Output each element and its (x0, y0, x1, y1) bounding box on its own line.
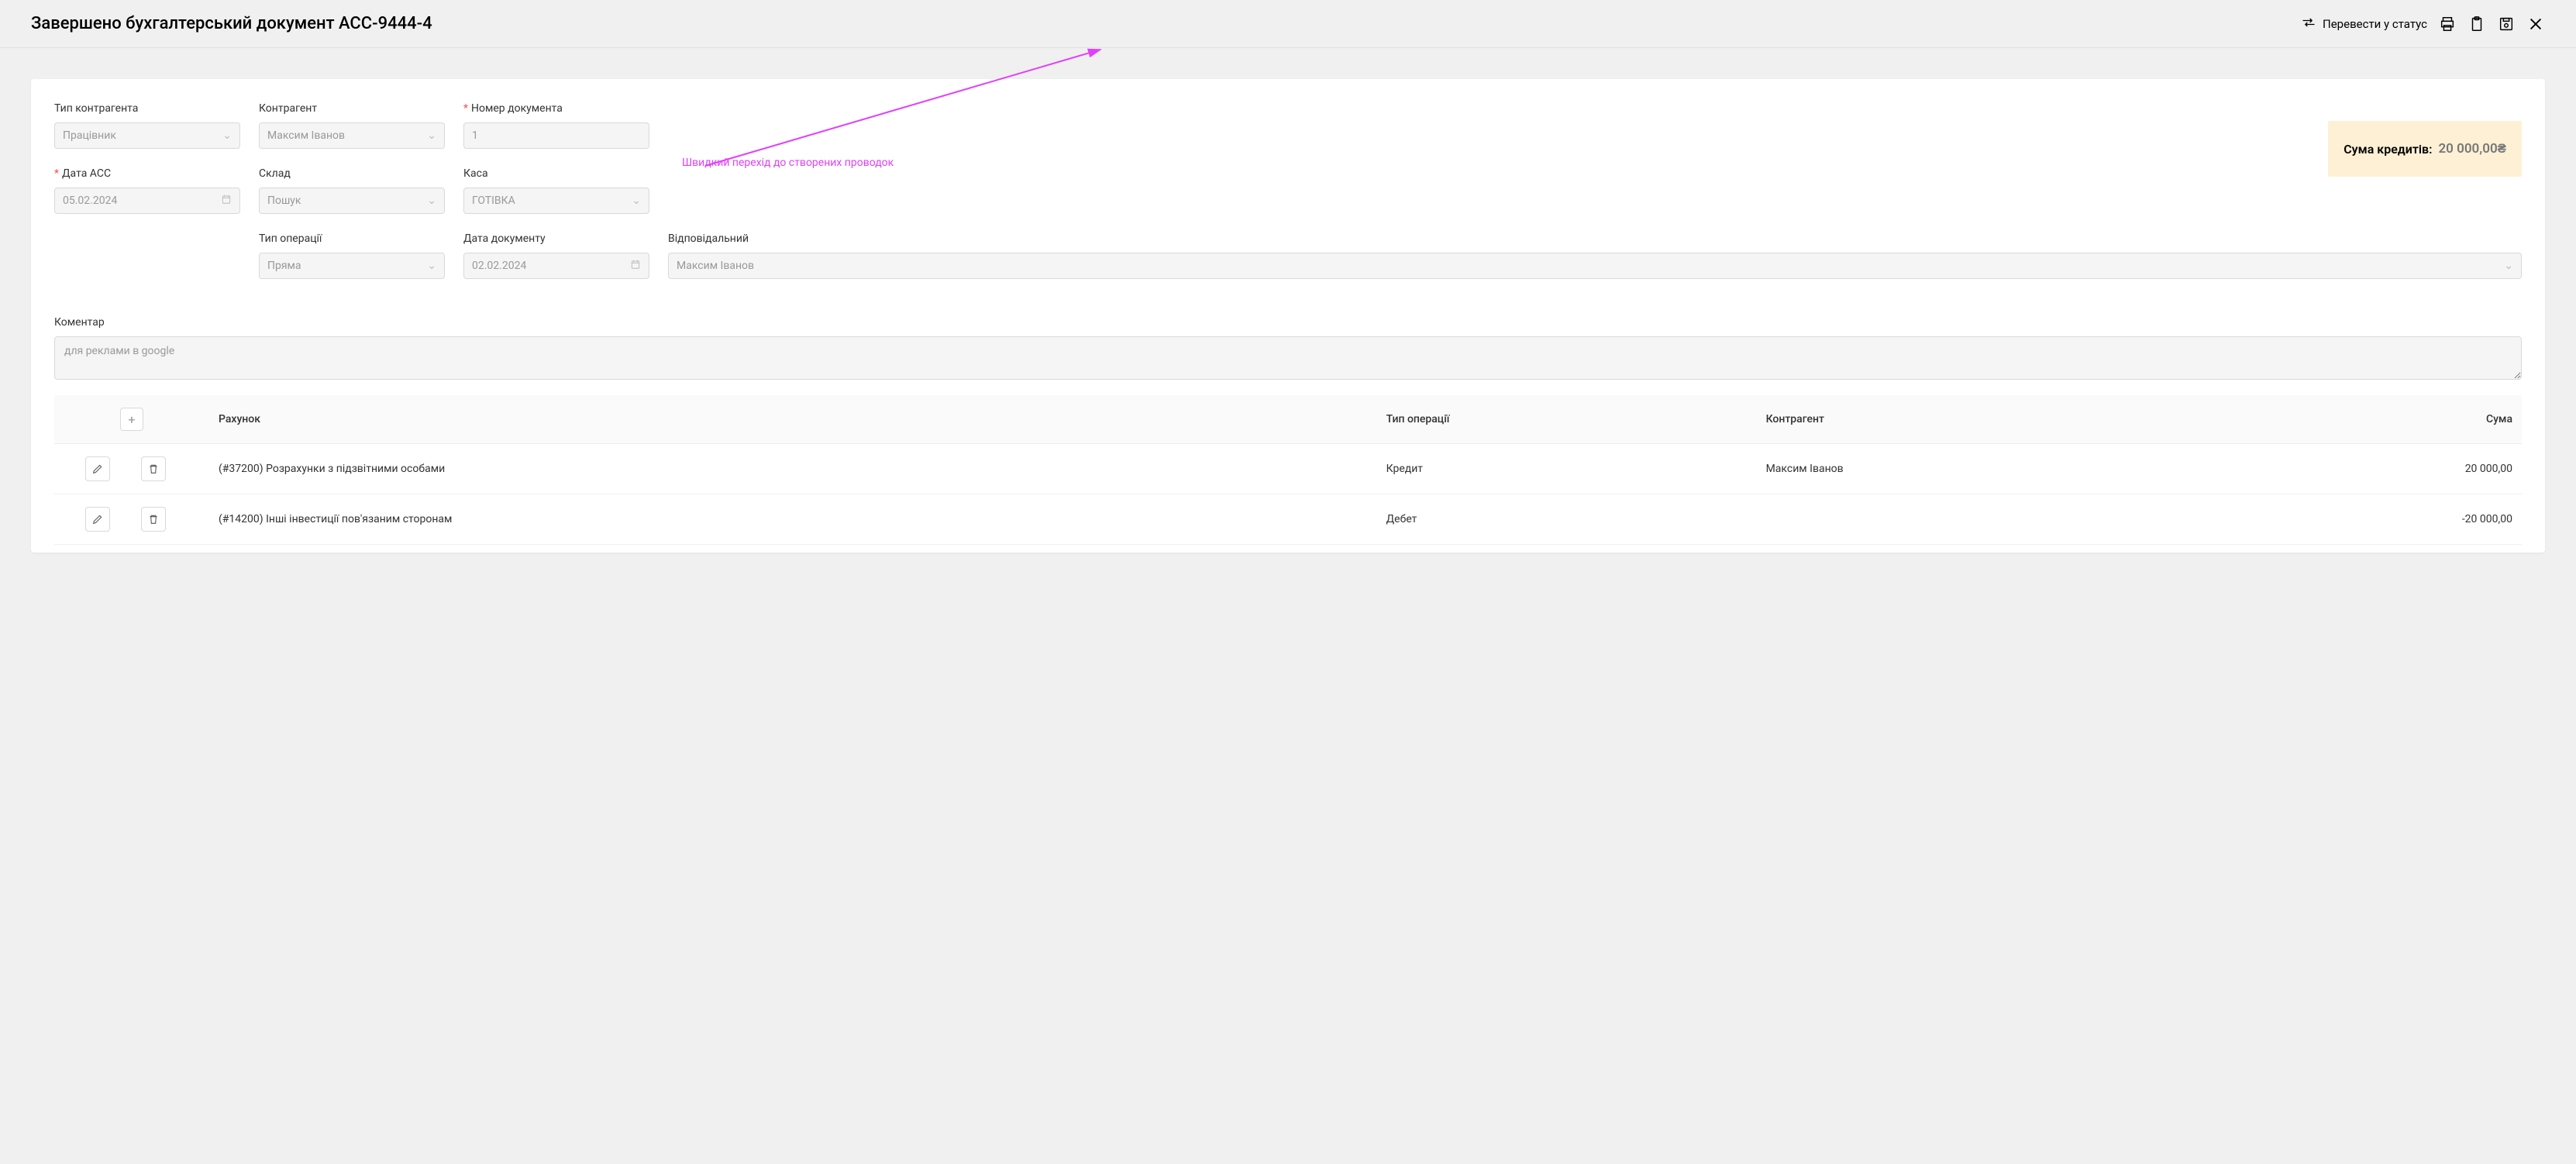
add-col-header: + (54, 395, 209, 444)
row-optype: Кредит (1377, 444, 1757, 494)
print-button[interactable] (2438, 15, 2457, 33)
acc-date-field: *Дата ACC 05.02.2024 (54, 167, 240, 214)
counterparty-type-field: Тип контрагента Працівник ⌄ (54, 102, 240, 149)
entries-table-wrap: + Рахунок Тип операції Контрагент Сума (… (54, 395, 2522, 545)
counterparty-type-label: Тип контрагента (54, 102, 240, 115)
row-optype: Дебет (1377, 494, 1757, 545)
chevron-down-icon: ⌄ (427, 129, 436, 142)
responsible-label: Відповідальний (668, 232, 2522, 245)
row-account: (#37200) Розрахунки з підзвітними особам… (209, 444, 1377, 494)
acc-date-input[interactable]: 05.02.2024 (54, 188, 240, 214)
op-type-label: Тип операції (259, 232, 445, 245)
row-counterparty: Максим Іванов (1757, 444, 2202, 494)
warehouse-select[interactable]: Пошук ⌄ (259, 188, 445, 214)
doc-number-input[interactable]: 1 (463, 122, 649, 149)
calendar-icon (630, 259, 641, 273)
header-actions: Перевести у статус (2301, 15, 2545, 33)
chevron-down-icon: ⌄ (2504, 260, 2513, 272)
save-button[interactable] (2497, 15, 2516, 33)
responsible-field: Відповідальний Максим Іванов ⌄ (668, 232, 2522, 279)
chevron-down-icon: ⌄ (222, 129, 232, 142)
form-grid: Тип контрагента Працівник ⌄ Контрагент М… (54, 102, 2522, 380)
chevron-down-icon: ⌄ (632, 195, 641, 207)
doc-number-label: *Номер документа (463, 102, 649, 115)
credit-sum-box: Сума кредитів: 20 000,00₴ (2328, 121, 2522, 177)
op-type-field: Тип операції Пряма ⌄ (259, 232, 445, 279)
delete-row-button[interactable] (141, 507, 166, 532)
row-sum: 20 000,00 (2202, 444, 2522, 494)
row-actions-cell (54, 444, 209, 494)
doc-number-field: *Номер документа 1 (463, 102, 649, 149)
table-row: (#37200) Розрахунки з підзвітними особам… (54, 444, 2522, 494)
change-status-button[interactable]: Перевести у статус (2301, 15, 2427, 33)
warehouse-label: Склад (259, 167, 445, 180)
cashbox-field: Каса ГОТІВКА ⌄ (463, 167, 649, 214)
counterparty-field: Контрагент Максим Іванов ⌄ (259, 102, 445, 149)
sum-col-header: Сума (2202, 395, 2522, 444)
doc-date-label: Дата документу (463, 232, 649, 245)
clipboard-button[interactable] (2468, 15, 2486, 33)
counterparty-type-select[interactable]: Працівник ⌄ (54, 122, 240, 149)
row-counterparty (1757, 494, 2202, 545)
op-type-select[interactable]: Пряма ⌄ (259, 253, 445, 279)
delete-row-button[interactable] (141, 456, 166, 481)
edit-row-button[interactable] (85, 456, 110, 481)
add-row-button[interactable]: + (120, 408, 143, 431)
responsible-select[interactable]: Максим Іванов ⌄ (668, 253, 2522, 279)
credit-sum-amount: 20 000,00₴ (2438, 141, 2506, 157)
row-actions-cell (54, 494, 209, 545)
comment-field: Коментар (54, 316, 2522, 380)
counterparty-label: Контрагент (259, 102, 445, 115)
optype-col-header: Тип операції (1377, 395, 1757, 444)
chevron-down-icon: ⌄ (427, 195, 436, 207)
swap-icon (2301, 15, 2316, 33)
counterparty-select[interactable]: Максим Іванов ⌄ (259, 122, 445, 149)
close-button[interactable] (2526, 15, 2545, 33)
cashbox-label: Каса (463, 167, 649, 180)
calendar-icon (221, 194, 232, 208)
account-col-header: Рахунок (209, 395, 1377, 444)
doc-date-input[interactable]: 02.02.2024 (463, 253, 649, 279)
chevron-down-icon: ⌄ (427, 260, 436, 272)
counterparty-col-header: Контрагент (1757, 395, 2202, 444)
credit-sum-label: Сума кредитів: (2344, 142, 2432, 157)
doc-date-field: Дата документу 02.02.2024 (463, 232, 649, 279)
acc-date-label: *Дата ACC (54, 167, 240, 180)
table-row: (#14200) Інші інвестиції пов'язаним стор… (54, 494, 2522, 545)
warehouse-field: Склад Пошук ⌄ (259, 167, 445, 214)
entries-table: + Рахунок Тип операції Контрагент Сума (… (54, 395, 2522, 545)
row-account: (#14200) Інші інвестиції пов'язаним стор… (209, 494, 1377, 545)
page-header: Завершено бухгалтерський документ ACC-94… (0, 0, 2576, 48)
content-panel: Швидкий перехід до створених проводок Ти… (31, 79, 2545, 553)
comment-label: Коментар (54, 316, 2522, 329)
change-status-label: Перевести у статус (2323, 17, 2427, 31)
page-title: Завершено бухгалтерський документ ACC-94… (31, 14, 432, 33)
row-sum: -20 000,00 (2202, 494, 2522, 545)
edit-row-button[interactable] (85, 507, 110, 532)
comment-textarea[interactable] (54, 336, 2522, 380)
cashbox-select[interactable]: ГОТІВКА ⌄ (463, 188, 649, 214)
